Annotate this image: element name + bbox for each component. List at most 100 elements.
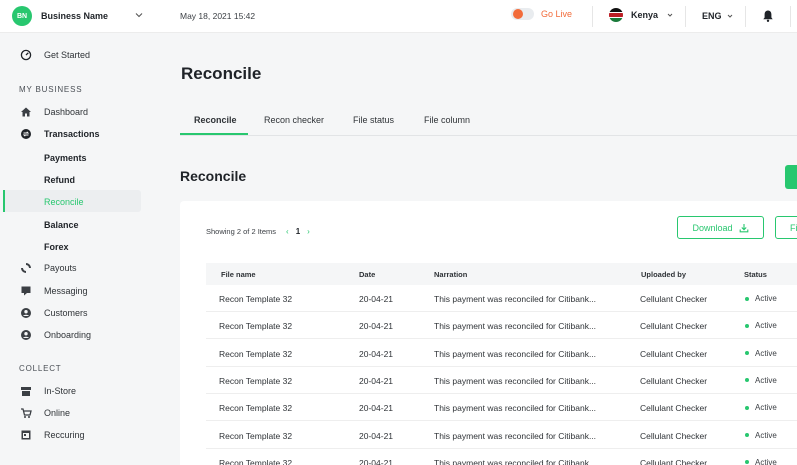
divider	[685, 6, 686, 27]
status-label: Active	[755, 457, 777, 465]
column-header-file-name[interactable]: File name	[221, 270, 256, 279]
cell-file-name: Recon Template 32	[219, 430, 293, 441]
notification-bell-icon[interactable]	[761, 9, 775, 23]
home-icon	[21, 107, 31, 117]
sidebar-item-forex[interactable]: Forex	[44, 242, 69, 252]
sidebar-item-payments[interactable]: Payments	[44, 153, 87, 163]
page-number[interactable]: 1	[296, 227, 300, 236]
cell-date: 20-04-21	[359, 430, 394, 441]
business-avatar: BN	[12, 6, 32, 26]
sidebar-item-in-store[interactable]: In-Store	[0, 380, 141, 402]
status-badge: Active	[745, 294, 777, 303]
tab-reconcile[interactable]: Reconcile	[194, 115, 237, 125]
cell-date: 20-04-21	[359, 348, 394, 359]
table-row[interactable]: Recon Template 32 20-04-21 This payment wa…	[206, 422, 797, 449]
status-label: Active	[755, 375, 777, 385]
cell-narration: This payment was reconciled for Citibank…	[434, 294, 597, 304]
column-header-uploaded-by[interactable]: Uploaded by	[641, 270, 686, 279]
sidebar-item-label: Transactions	[44, 129, 100, 139]
sidebar-item-label: Online	[44, 408, 71, 418]
business-name: Business Name	[41, 11, 109, 21]
download-button[interactable]: Download	[677, 216, 764, 239]
cell-file-name: Recon Template 32	[219, 403, 293, 414]
transactions-icon	[21, 129, 31, 139]
sidebar-item-label: In-Store	[44, 386, 77, 396]
speedometer-icon	[20, 49, 32, 61]
tab-recon-checker[interactable]: Recon checker	[264, 115, 324, 125]
cell-file-name: Recon Template 32	[219, 348, 293, 359]
table-row[interactable]: Recon Template 32 20-04-21 This payment wa…	[206, 340, 797, 367]
status-label: Active	[755, 403, 777, 413]
sidebar-item-get-started[interactable]: Get Started	[0, 44, 141, 66]
cell-uploaded-by: Cellulant Checker	[640, 457, 708, 465]
table-row[interactable]: Recon Template 32 20-04-21 This payment wa…	[206, 394, 797, 422]
cell-uploaded-by: Cellulant Checker	[640, 430, 708, 441]
download-label: Download	[692, 222, 733, 233]
active-indicator	[3, 190, 5, 212]
cell-uploaded-by: Cellulant Checker	[640, 321, 708, 332]
payouts-icon	[21, 263, 31, 273]
sidebar-item-label: Onboarding	[44, 330, 92, 340]
sidebar-item-refund[interactable]: Refund	[44, 175, 75, 185]
sidebar-item-messaging[interactable]: Messaging	[0, 280, 141, 302]
chevron-down-icon[interactable]	[134, 10, 144, 20]
table-header: File name Date Narration Uploaded by Sta…	[206, 263, 797, 285]
section-header-my-business: MY BUSINESS	[19, 85, 83, 94]
table-row[interactable]: Recon Template 32 20-04-21 This payment wa…	[206, 367, 797, 394]
table-row[interactable]: Recon Template 32 20-04-21 This payment wa…	[206, 285, 797, 312]
toggle-switch[interactable]	[511, 8, 534, 20]
section-header-collect: COLLECT	[19, 364, 62, 373]
active-tab-indicator	[180, 133, 248, 135]
section-title: Reconcile	[180, 168, 247, 184]
status-dot-icon	[745, 323, 749, 328]
sidebar-item-transactions[interactable]: Transactions	[0, 123, 141, 145]
column-header-narration[interactable]: Narration	[434, 270, 467, 279]
status-badge: Active	[745, 431, 777, 440]
status-dot-icon	[745, 351, 749, 356]
country-selector[interactable]: Kenya	[609, 8, 673, 22]
go-live-toggle[interactable]: Go Live	[511, 8, 572, 20]
tab-file-status[interactable]: File status	[353, 115, 394, 125]
kenya-flag-icon	[609, 8, 623, 22]
business-switcher[interactable]: BN Business Name	[12, 6, 108, 26]
go-live-label: Go Live	[541, 9, 573, 19]
prev-page-icon[interactable]: ‹	[286, 227, 289, 236]
cell-date: 20-04-21	[359, 321, 394, 332]
sidebar-item-label: Customers	[44, 308, 88, 318]
cell-date: 20-04-21	[359, 457, 394, 465]
column-header-date[interactable]: Date	[359, 270, 375, 279]
primary-action-button[interactable]	[785, 165, 797, 189]
sidebar-item-reconcile-label[interactable]: Reconcile	[44, 197, 84, 207]
user-circle-icon	[21, 308, 31, 318]
status-dot-icon	[745, 433, 749, 437]
next-page-icon[interactable]: ›	[307, 227, 310, 236]
tab-file-column[interactable]: File column	[424, 115, 470, 125]
column-header-status[interactable]: Status	[744, 270, 767, 279]
table-row[interactable]: Recon Template 32 20-04-21 This payment wa…	[206, 312, 797, 340]
sidebar-item-dashboard[interactable]: Dashboard	[0, 101, 141, 123]
status-label: Active	[755, 348, 777, 358]
sidebar-item-recurring[interactable]: Reccuring	[0, 424, 141, 446]
status-badge: Active	[745, 458, 777, 465]
page-title: Reconcile	[181, 64, 262, 83]
status-badge: Active	[745, 403, 777, 412]
sidebar-item-payouts[interactable]: Payouts	[0, 257, 141, 279]
store-icon	[21, 387, 31, 396]
status-label: Active	[755, 321, 777, 331]
file-button[interactable]: Fi	[775, 216, 797, 239]
divider	[790, 6, 791, 27]
cell-uploaded-by: Cellulant Checker	[640, 375, 708, 386]
sidebar-item-online[interactable]: Online	[0, 402, 141, 424]
sidebar-item-customers[interactable]: Customers	[0, 302, 141, 324]
table-row[interactable]: Recon Template 32 20-04-21 This payment wa…	[206, 449, 797, 465]
sidebar-item-onboarding[interactable]: Onboarding	[0, 324, 141, 346]
language-selector[interactable]: ENG	[702, 11, 733, 21]
download-icon	[739, 223, 748, 232]
sidebar-item-balance[interactable]: Balance	[44, 220, 79, 230]
caret-down-icon	[727, 14, 732, 18]
pagination: ‹ 1 ›	[286, 227, 310, 236]
reconcile-table-card: Showing 2 of 2 Items ‹ 1 › Download Fi F…	[180, 201, 797, 465]
top-bar: BN Business Name May 18, 2021 15:42 Go L…	[0, 0, 797, 33]
language-label: ENG	[702, 11, 722, 21]
status-dot-icon	[745, 378, 749, 383]
